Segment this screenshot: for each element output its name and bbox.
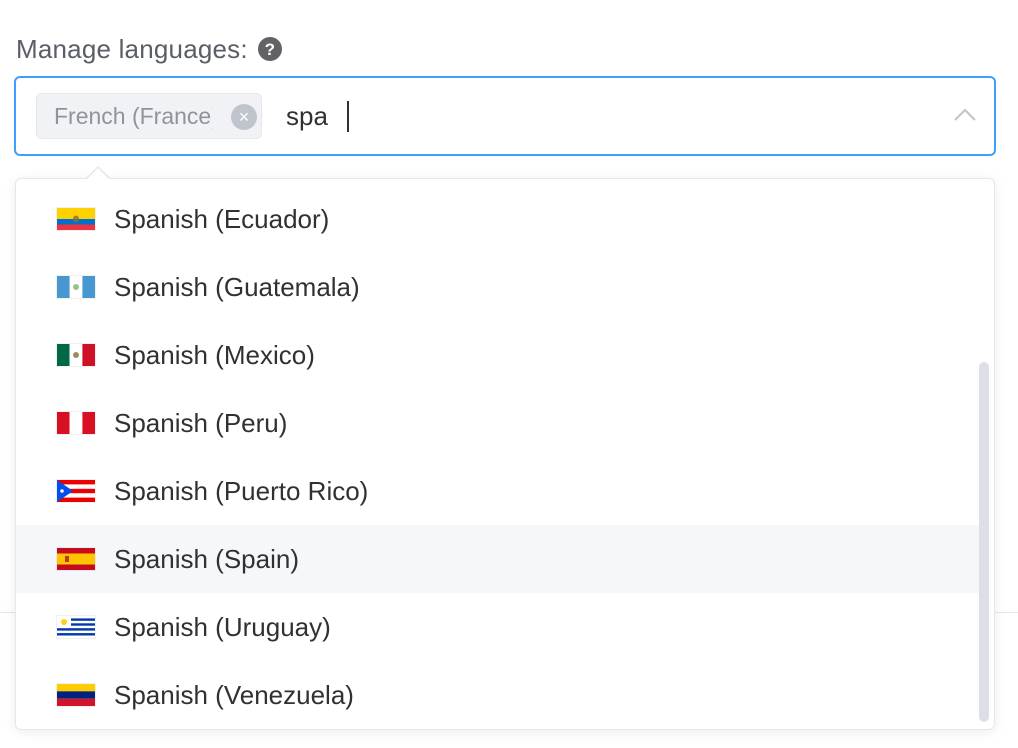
option-spanish-ecuador[interactable]: Spanish (Ecuador) xyxy=(16,185,982,253)
dropdown-scrollbar[interactable] xyxy=(979,362,989,722)
option-label: Spanish (Peru) xyxy=(114,407,288,438)
option-label: Spanish (Uruguay) xyxy=(114,611,331,642)
option-spanish-mexico[interactable]: Spanish (Mexico) xyxy=(16,321,982,389)
guatemala-flag-icon xyxy=(57,276,95,298)
spain-flag-icon xyxy=(57,548,95,570)
peru-flag-icon xyxy=(57,412,95,434)
language-manager: Manage languages: ? French (France) × Sp… xyxy=(0,0,1018,748)
tag-close-icon[interactable]: × xyxy=(231,104,257,130)
text-cursor xyxy=(347,101,349,132)
dropdown-arrow-fill xyxy=(87,168,109,179)
option-label: Spanish (Mexico) xyxy=(114,339,315,370)
option-label: Spanish (Venezuela) xyxy=(114,679,354,710)
option-spanish-peru[interactable]: Spanish (Peru) xyxy=(16,389,982,457)
field-label-row: Manage languages: ? xyxy=(16,32,282,66)
language-select[interactable]: French (France) × xyxy=(14,76,996,156)
option-spanish-venezuela[interactable]: Spanish (Venezuela) xyxy=(16,661,982,729)
option-label: Spanish (Guatemala) xyxy=(114,271,360,302)
option-label: Spanish (Ecuador) xyxy=(114,203,330,234)
chevron-up-icon[interactable] xyxy=(952,102,978,128)
language-search-input[interactable] xyxy=(286,98,886,134)
ecuador-flag-icon xyxy=(57,208,95,230)
option-label: Spanish (Spain) xyxy=(114,543,299,574)
language-dropdown: Spanish (Ecuador) Spanish (Guatemala) Sp… xyxy=(15,178,995,730)
option-label: Spanish (Puerto Rico) xyxy=(114,475,369,506)
help-icon[interactable]: ? xyxy=(257,37,282,61)
uruguay-flag-icon xyxy=(57,616,95,638)
field-label: Manage languages: xyxy=(16,33,248,64)
option-spanish-uruguay[interactable]: Spanish (Uruguay) xyxy=(16,593,982,661)
selected-tag-label: French (France) xyxy=(54,102,212,129)
option-spanish-puerto-rico[interactable]: Spanish (Puerto Rico) xyxy=(16,457,982,525)
puerto-rico-flag-icon xyxy=(57,480,95,502)
mexico-flag-icon xyxy=(57,344,95,366)
selected-tag: French (France) × xyxy=(36,93,262,139)
option-spanish-guatemala[interactable]: Spanish (Guatemala) xyxy=(16,253,982,321)
venezuela-flag-icon xyxy=(57,684,95,706)
option-spanish-spain[interactable]: Spanish (Spain) xyxy=(16,525,982,593)
